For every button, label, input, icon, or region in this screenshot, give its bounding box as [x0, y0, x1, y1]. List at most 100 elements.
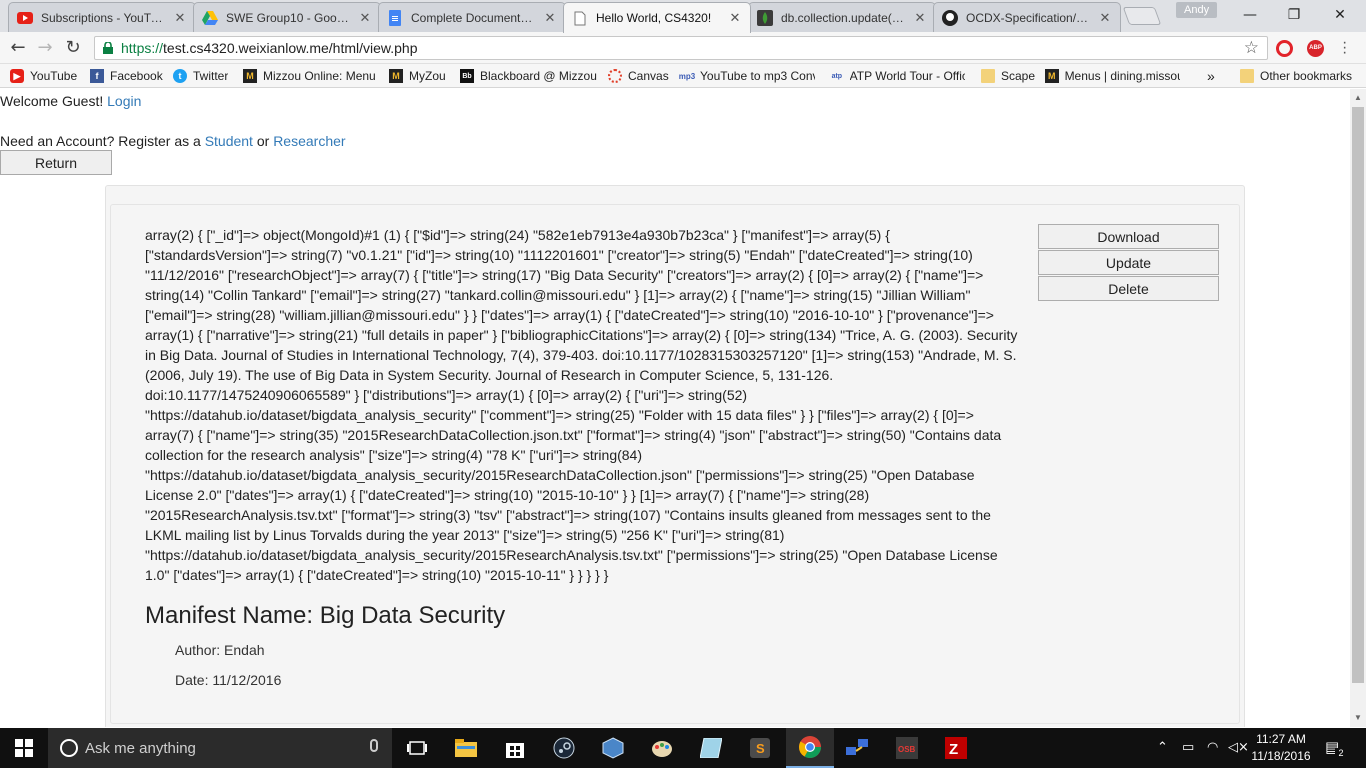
- sublime-text-icon[interactable]: S: [745, 733, 775, 763]
- obs-icon[interactable]: OSB: [892, 733, 922, 763]
- svg-text:OSB: OSB: [898, 745, 916, 754]
- windows-start-icon[interactable]: [0, 728, 48, 768]
- virtualbox-icon[interactable]: [598, 733, 628, 763]
- tab-title: Hello World, CS4320!: [596, 11, 712, 25]
- tray-chevron-up-icon[interactable]: ⌃: [1157, 740, 1168, 755]
- tab-close-icon[interactable]: ✕: [1098, 10, 1112, 26]
- steam-icon[interactable]: [549, 733, 579, 763]
- return-button[interactable]: Return: [0, 150, 112, 175]
- manifest-date: Date: 11/12/2016: [175, 672, 282, 688]
- tab-close-icon[interactable]: ✕: [173, 10, 187, 26]
- tab-mongodb-update[interactable]: db.collection.update() — MongoDB ✕: [748, 2, 936, 32]
- svg-text:Z: Z: [949, 741, 958, 758]
- network-app-icon[interactable]: [843, 733, 873, 763]
- notes-app-icon[interactable]: [696, 733, 726, 763]
- google-drive-icon: [202, 10, 218, 26]
- paint-icon[interactable]: [647, 733, 677, 763]
- address-bar[interactable]: https://test.cs4320.weixianlow.me/html/v…: [94, 36, 1268, 60]
- adblock-plus-icon[interactable]: ABP: [1307, 40, 1324, 57]
- bookmark-atp-world-tour[interactable]: atp ATP World Tour - Offic: [830, 67, 965, 85]
- back-arrow-icon[interactable]: ←: [6, 37, 30, 59]
- page-scrollbar[interactable]: ▲ ▼: [1350, 89, 1366, 727]
- bookmark-youtube-mp3[interactable]: mp3 YouTube to mp3 Conv: [679, 67, 815, 85]
- battery-icon[interactable]: ▭: [1182, 740, 1194, 755]
- cortana-search-box[interactable]: Ask me anything: [48, 728, 392, 768]
- tab-close-icon[interactable]: ✕: [358, 10, 372, 26]
- scroll-up-arrow-icon[interactable]: ▲: [1354, 93, 1362, 102]
- researcher-link[interactable]: Researcher: [273, 133, 345, 149]
- manifest-name-heading: Manifest Name: Big Data Security: [145, 602, 506, 629]
- tab-close-icon[interactable]: ✕: [543, 10, 557, 26]
- google-docs-icon: [387, 9, 403, 26]
- page-icon: [572, 10, 588, 26]
- twitter-icon: t: [173, 69, 187, 83]
- bookmark-canvas[interactable]: Canvas: [608, 67, 669, 85]
- login-link[interactable]: Login: [107, 93, 141, 109]
- blackboard-icon: Bb: [460, 69, 474, 83]
- reload-icon[interactable]: ↻: [61, 37, 85, 59]
- or-text: or: [256, 133, 270, 149]
- folder-icon: [1240, 69, 1254, 83]
- download-button[interactable]: Download: [1038, 224, 1219, 249]
- bookmark-scape[interactable]: Scape: [981, 67, 1035, 85]
- bookmark-facebook[interactable]: f Facebook: [90, 67, 163, 85]
- bookmark-youtube[interactable]: ▶ YouTube: [10, 67, 77, 85]
- tab-close-icon[interactable]: ✕: [913, 10, 927, 26]
- microphone-icon[interactable]: [370, 739, 378, 752]
- tab-title: db.collection.update() — MongoDB: [781, 10, 907, 25]
- windows-taskbar: Ask me anything S OSB Z ⌃ ▭ ◠ ◁× 11:27 A…: [0, 728, 1366, 768]
- update-button[interactable]: Update: [1038, 250, 1219, 275]
- mizzou-icon: M: [243, 69, 257, 83]
- delete-button[interactable]: Delete: [1038, 276, 1219, 301]
- file-explorer-icon[interactable]: [451, 733, 481, 763]
- chrome-taskbar-icon[interactable]: [786, 728, 834, 768]
- tab-close-icon[interactable]: ✕: [728, 10, 742, 26]
- task-view-icon[interactable]: [402, 733, 432, 763]
- tab-ocdx-specification[interactable]: OCDX-Specification/manifest ✕: [933, 2, 1121, 32]
- forward-arrow-icon[interactable]: →: [33, 37, 57, 59]
- svg-text:S: S: [756, 741, 765, 756]
- cortana-icon: [60, 739, 78, 757]
- bookmark-myzou[interactable]: M MyZou: [389, 67, 446, 85]
- chrome-menu-icon[interactable]: · · ·: [1342, 35, 1347, 61]
- mizzou-icon: M: [389, 69, 403, 83]
- tab-title: SWE Group10 - Google Drive: [226, 10, 352, 25]
- volume-mute-icon[interactable]: ◁×: [1228, 740, 1249, 755]
- restore-icon[interactable]: ❐: [1272, 4, 1316, 26]
- student-link[interactable]: Student: [205, 133, 253, 149]
- url-text: https://test.cs4320.weixianlow.me/html/v…: [121, 40, 418, 56]
- tab-subscriptions-youtube[interactable]: Subscriptions - YouTube ✕: [8, 2, 196, 32]
- wifi-icon[interactable]: ◠: [1207, 740, 1218, 755]
- opera-extension-icon[interactable]: [1276, 40, 1293, 57]
- tab-title: Complete Documentation: [411, 10, 537, 25]
- scrollbar-thumb[interactable]: [1352, 107, 1364, 683]
- profile-button[interactable]: Andy: [1176, 2, 1218, 18]
- browser-tab-strip: Subscriptions - YouTube ✕ SWE Group10 - …: [0, 0, 1366, 33]
- browser-toolbar: ← → ↻ https://test.cs4320.weixianlow.me/…: [0, 32, 1366, 64]
- tab-title: Subscriptions - YouTube: [41, 10, 167, 25]
- facebook-icon: f: [90, 69, 104, 83]
- tab-hello-world[interactable]: Hello World, CS4320! ✕: [563, 2, 751, 33]
- search-placeholder: Ask me anything: [85, 740, 196, 757]
- manifest-var-dump: array(2) { ["_id"]=> object(MongoId)#1 (…: [145, 227, 1018, 583]
- scroll-down-arrow-icon[interactable]: ▼: [1354, 713, 1362, 722]
- tab-title: OCDX-Specification/manifest: [966, 10, 1092, 25]
- tab-google-drive[interactable]: SWE Group10 - Google Drive ✕: [193, 2, 381, 32]
- atp-icon: atp: [831, 72, 843, 80]
- bookmark-menus-dining[interactable]: M Menus | dining.missou: [1045, 67, 1180, 85]
- bookmark-star-icon[interactable]: ☆: [1244, 38, 1259, 58]
- store-icon[interactable]: [500, 733, 530, 763]
- tab-complete-documentation[interactable]: Complete Documentation ✕: [378, 2, 566, 32]
- clock-date[interactable]: 11/18/2016: [1250, 749, 1312, 763]
- filezilla-icon[interactable]: Z: [941, 733, 971, 763]
- bookmarks-overflow-chevron-icon[interactable]: »: [1207, 67, 1215, 85]
- bookmark-mizzou-online[interactable]: M Mizzou Online: Menu: [243, 67, 376, 85]
- new-tab-button[interactable]: [1122, 7, 1162, 25]
- other-bookmarks[interactable]: Other bookmarks: [1240, 67, 1352, 85]
- bookmark-twitter[interactable]: t Twitter: [173, 67, 228, 85]
- bookmark-blackboard[interactable]: Bb Blackboard @ Mizzou: [460, 67, 597, 85]
- window-close-icon[interactable]: ✕: [1318, 4, 1362, 26]
- clock-time[interactable]: 11:27 AM: [1250, 732, 1312, 746]
- welcome-line: Welcome Guest! Login: [0, 93, 141, 109]
- minimize-icon[interactable]: —: [1228, 4, 1272, 26]
